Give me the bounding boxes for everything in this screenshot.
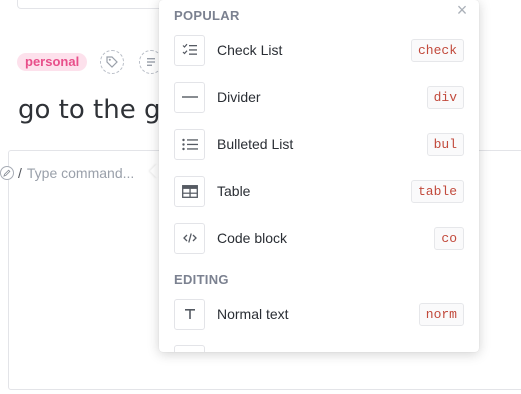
text-icon xyxy=(174,298,205,330)
slash-character: / xyxy=(18,165,22,181)
menu-item-label: Code block xyxy=(217,230,288,246)
divider-icon xyxy=(174,81,205,113)
task-title[interactable]: go to the gr xyxy=(18,95,171,125)
section-heading-editing: EDITING xyxy=(174,272,229,287)
menu-item-label: Table xyxy=(217,183,251,199)
menu-item-bulleted-list[interactable]: Bulleted List bul xyxy=(159,122,479,166)
top-input-field[interactable] xyxy=(17,0,177,9)
tag-icon xyxy=(106,56,118,68)
table-icon xyxy=(174,175,205,207)
menu-item-label: Bulleted List xyxy=(217,136,294,152)
tag-personal[interactable]: personal xyxy=(17,53,88,71)
pencil-icon xyxy=(0,166,14,180)
list-icon xyxy=(147,58,155,66)
shortcut-badge: norm xyxy=(418,302,464,326)
menu-item-divider[interactable]: Divider div xyxy=(159,75,479,119)
checklist-icon xyxy=(174,34,205,66)
command-placeholder: Type command... xyxy=(26,165,135,181)
task-editor-screen: personal go to the gr / Type command... … xyxy=(0,0,521,394)
menu-item-normal-text[interactable]: Normal text norm xyxy=(159,292,479,336)
shortcut-badge: bul xyxy=(426,132,464,156)
slash-command-menu: × POPULAR Check List check Divider div B… xyxy=(159,0,479,352)
section-heading-popular: POPULAR xyxy=(174,8,240,23)
menu-item-label: Check List xyxy=(217,42,283,58)
close-icon[interactable]: × xyxy=(454,1,470,19)
code-icon xyxy=(174,222,205,254)
command-input-row[interactable]: / Type command... xyxy=(0,163,134,183)
shortcut-badge: check xyxy=(410,38,464,62)
shortcut-badge: div xyxy=(426,85,464,109)
shortcut-badge: table xyxy=(410,179,464,203)
menu-item-check-list[interactable]: Check List check xyxy=(159,28,479,72)
menu-item-table[interactable]: Table table xyxy=(159,169,479,213)
menu-item-label: Normal text xyxy=(217,306,289,322)
menu-item-label: Divider xyxy=(217,89,261,105)
next-item-icon xyxy=(174,345,205,352)
bulleted-list-icon xyxy=(174,128,205,160)
menu-item-code-block[interactable]: Code block co xyxy=(159,216,479,260)
add-tag-button[interactable] xyxy=(100,50,124,74)
shortcut-badge: co xyxy=(434,226,464,250)
